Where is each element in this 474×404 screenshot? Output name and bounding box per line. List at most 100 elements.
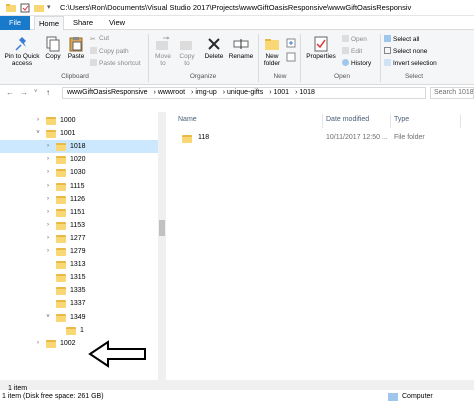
nav-scrollbar[interactable] (158, 112, 166, 382)
nav-tree-item[interactable]: › 1279 (0, 245, 158, 258)
edit-button[interactable]: Edit (342, 47, 362, 56)
breadcrumb-item[interactable]: 1001 (274, 89, 290, 96)
new-folder-quick-icon[interactable] (34, 3, 44, 13)
chevron-right-icon[interactable]: › (44, 166, 52, 179)
chevron-right-icon[interactable]: › (34, 337, 42, 350)
folder-icon (56, 182, 66, 191)
column-header-type[interactable]: Type (394, 116, 409, 123)
status-bar: 1 item 1 item (Disk free space: 261 GB) … (0, 385, 474, 404)
horizontal-scrollbar[interactable] (0, 380, 474, 390)
copy-path-button[interactable]: Copy path (90, 47, 129, 56)
new-item-icon[interactable] (286, 38, 296, 48)
chevron-right-icon[interactable]: › (44, 193, 52, 206)
nav-tree-item[interactable]: › 1126 (0, 193, 158, 206)
back-icon[interactable]: ← (6, 88, 14, 97)
nav-tree-item[interactable]: › 1030 (0, 166, 158, 179)
chevron-right-icon[interactable]: › (34, 114, 42, 127)
scrollbar-thumb[interactable] (159, 220, 165, 236)
nav-item-label: 1337 (70, 300, 86, 308)
column-divider[interactable] (390, 114, 391, 128)
nav-tree-item[interactable]: › 1000 (0, 114, 158, 127)
new-folder-button[interactable]: New folder (260, 36, 284, 67)
nav-tree-item[interactable]: › 1277 (0, 232, 158, 245)
forward-icon[interactable]: → (20, 88, 28, 97)
delete-button[interactable]: Delete (202, 36, 226, 60)
nav-tree-item[interactable]: › 1018 (0, 140, 158, 154)
chevron-down-icon[interactable]: ˅ (44, 311, 52, 324)
column-divider[interactable] (322, 114, 323, 128)
rename-button[interactable]: Rename (228, 36, 254, 60)
status-disk-space: 1 item (Disk free space: 261 GB) (2, 393, 104, 400)
folder-icon (46, 130, 56, 139)
quick-access-dropdown-icon[interactable]: ▾ (47, 3, 51, 11)
open-button[interactable]: Open (342, 35, 367, 44)
group-divider (300, 34, 301, 82)
rename-label: Rename (228, 53, 254, 60)
nav-item-label: 1018 (70, 143, 86, 151)
nav-tree-item[interactable]: › 1020 (0, 153, 158, 166)
nav-tree-item[interactable]: › 1115 (0, 180, 158, 193)
search-input[interactable]: Search 1018 (430, 87, 474, 99)
invert-selection-button[interactable]: Invert selection (384, 59, 437, 68)
copy-button[interactable]: Copy (42, 36, 64, 60)
breadcrumb-item[interactable]: 1018 (299, 89, 315, 96)
address-bar[interactable]: wwwGiftOasisResponsive › wwwroot › img-up ›… (62, 87, 426, 99)
column-header-name[interactable]: Name (178, 116, 197, 123)
copy-to-label: Copy to (179, 53, 195, 67)
folder-icon (6, 4, 16, 12)
breadcrumb-item[interactable]: unique-gifts (227, 89, 263, 96)
nav-tree-item[interactable]: › 1151 (0, 206, 158, 219)
copy-icon (46, 36, 60, 52)
history-button[interactable]: History (342, 59, 371, 68)
delete-label: Delete (204, 53, 224, 60)
move-to-button[interactable]: Move to (152, 36, 174, 67)
up-icon[interactable]: ↑ (46, 88, 50, 97)
properties-quick-icon[interactable] (20, 3, 30, 13)
nav-tree-item[interactable]: › 1153 (0, 219, 158, 232)
select-none-button[interactable]: Select none (384, 47, 427, 56)
paste-shortcut-icon (90, 59, 97, 66)
tab-share[interactable]: Share (68, 16, 98, 30)
chevron-right-icon[interactable]: › (44, 245, 52, 258)
chevron-right-icon[interactable]: › (44, 232, 52, 245)
chevron-right-icon[interactable]: › (44, 140, 52, 153)
easy-access-icon[interactable] (286, 52, 296, 62)
nav-tree-item[interactable]: 1315 (0, 271, 158, 284)
group-label-organize: Organize (189, 73, 217, 80)
chevron-right-icon[interactable]: › (44, 153, 52, 166)
copy-path-icon (90, 47, 97, 54)
recent-locations-icon[interactable]: ˅ (34, 89, 38, 95)
column-header-date[interactable]: Date modified (326, 116, 369, 123)
table-row[interactable]: 118 10/11/2017 12:50 ... File folder (178, 132, 468, 144)
chevron-right-icon[interactable]: › (44, 206, 52, 219)
nav-tree-item[interactable]: 1313 (0, 258, 158, 271)
folder-icon (56, 221, 66, 230)
pin-to-quick-access-button[interactable]: Pin to Quick access (2, 36, 42, 67)
chevron-right-icon[interactable]: › (44, 219, 52, 232)
chevron-right-icon[interactable]: › (44, 180, 52, 193)
new-folder-icon (265, 39, 279, 50)
chevron-down-icon[interactable]: ˅ (34, 127, 42, 140)
nav-tree-item[interactable]: ˅ 1349 (0, 311, 158, 324)
nav-tree-item[interactable]: 1 (0, 324, 158, 337)
select-all-button[interactable]: Select all (384, 35, 419, 44)
properties-button[interactable]: Properties (304, 36, 338, 60)
paste-button[interactable]: Paste (64, 36, 88, 60)
cut-button[interactable]: ✂ Cut (90, 35, 109, 43)
copy-label: Copy (45, 53, 61, 60)
column-divider[interactable] (460, 114, 461, 128)
nav-tree-item[interactable]: ˅ 1001 (0, 127, 158, 140)
breadcrumb-item[interactable]: wwwGiftOasisResponsive (67, 89, 148, 96)
tab-home[interactable]: Home (34, 16, 64, 30)
paste-shortcut-button[interactable]: Paste shortcut (90, 59, 141, 68)
copy-to-button[interactable]: Copy to (176, 36, 198, 67)
group-label-select: Select (404, 73, 424, 80)
breadcrumb-item[interactable]: img-up (195, 89, 216, 96)
nav-tree-item[interactable]: 1337 (0, 297, 158, 310)
folder-icon (66, 326, 76, 335)
copy-to-icon (180, 41, 192, 50)
tab-view[interactable]: View (102, 16, 132, 30)
nav-tree-item[interactable]: 1335 (0, 284, 158, 297)
tab-file[interactable]: File (0, 16, 30, 30)
breadcrumb-item[interactable]: wwwroot (158, 89, 185, 96)
